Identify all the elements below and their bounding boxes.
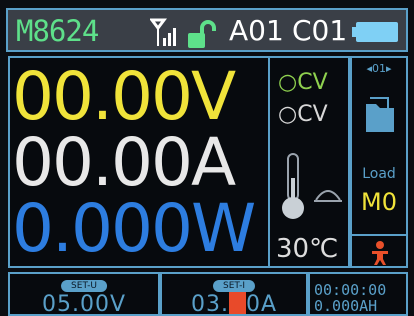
set-voltage-badge: SET-U — [61, 280, 107, 292]
edit-cursor: 0 — [228, 292, 246, 316]
capacity-readout: 0.000AH — [314, 297, 378, 315]
mode-panel: ◂01▸ Load M0 — [350, 56, 408, 268]
cv-indicator-bottom: ○CV — [278, 102, 328, 127]
model-name: M8624 — [16, 14, 99, 48]
thermometer-icon — [282, 153, 304, 219]
set-current-badge: SET-I — [213, 280, 255, 292]
address-label: A01 — [229, 14, 284, 47]
circle-icon: ○ — [278, 70, 298, 95]
page-selector[interactable]: ◂01▸ — [352, 62, 406, 75]
timer-readout: 00:00:00 — [314, 281, 387, 299]
timer-capacity-box: 00:00:00 0.000AH — [308, 272, 408, 316]
unlock-icon — [188, 20, 216, 48]
battery-icon — [352, 22, 398, 42]
voltage-readout: 00.00V — [12, 58, 236, 135]
device-screen: M8624 A01 C01 00.00V 00.00A 0.000W ○CV ○ — [0, 0, 414, 316]
antenna-signal-icon — [150, 18, 176, 46]
power-readout: 0.000W — [12, 190, 256, 267]
load-label: Load — [362, 166, 396, 182]
cv-indicator-top: ○CV — [278, 70, 328, 95]
measurement-panel: 00.00V 00.00A 0.000W — [8, 56, 270, 268]
set-voltage-value: 05.00V — [41, 292, 127, 316]
status-bar: M8624 A01 C01 — [6, 8, 408, 52]
person-icon — [372, 241, 388, 265]
set-current-box[interactable]: SET-I 03.00A — [160, 272, 308, 316]
set-current-value: 03.00A — [190, 292, 278, 316]
status-indicator-panel: ○CV ○CV 30℃ — [270, 56, 350, 268]
current-readout: 00.00A — [12, 124, 236, 201]
channel-label: C01 — [292, 14, 348, 47]
circle-icon: ○ — [278, 102, 298, 127]
folder-icon[interactable] — [362, 96, 398, 136]
set-voltage-box[interactable]: SET-U 05.00V — [8, 272, 160, 316]
fan-icon — [314, 190, 342, 202]
temperature-readout: 30℃ — [276, 234, 339, 264]
divider — [352, 234, 406, 236]
mode-value[interactable]: M0 — [352, 188, 406, 216]
